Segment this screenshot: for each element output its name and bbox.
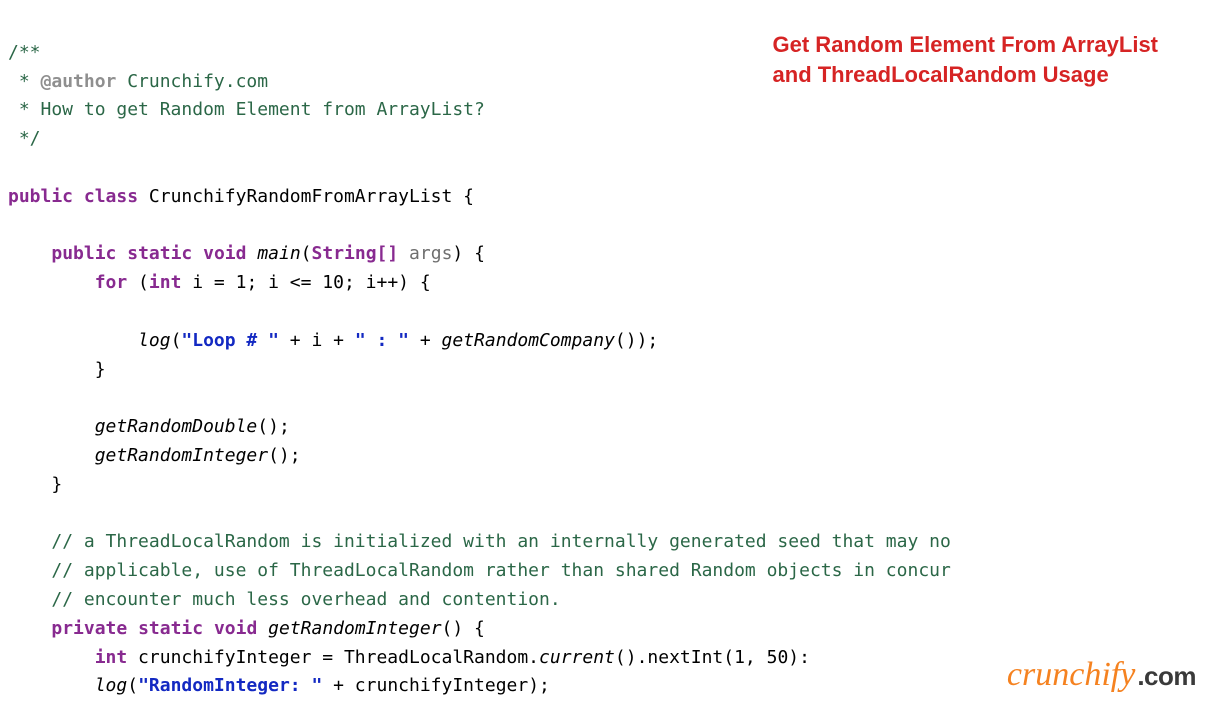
kw-static: static [127, 243, 192, 264]
kw-int: int [149, 272, 182, 293]
javadoc-author-val: Crunchify.com [116, 71, 268, 92]
call-getRandomDouble: getRandomDouble [95, 416, 258, 437]
call-log: log [138, 330, 171, 351]
kw-for: for [95, 272, 128, 293]
str-colon: " : " [355, 330, 409, 351]
str-randint: "RandomInteger: " [138, 675, 322, 696]
brace-close: } [95, 359, 106, 380]
class-name: CrunchifyRandomFromArrayList [149, 186, 452, 207]
kw-void: void [214, 618, 257, 639]
javadoc-desc: * How to get Random Element from ArrayLi… [8, 99, 485, 120]
logo-suffix: .com [1137, 661, 1196, 691]
plus: + [409, 330, 442, 351]
brace-close: } [51, 474, 62, 495]
kw-private: private [51, 618, 127, 639]
paren: ( [301, 243, 312, 264]
comment-tlr1: // a ThreadLocalRandom is initialized wi… [51, 531, 950, 552]
kw-static: static [138, 618, 203, 639]
for-init: i = 1; i <= 10; i++) { [181, 272, 430, 293]
method-getRandomInteger: getRandomInteger [268, 618, 441, 639]
call-log: log [95, 675, 128, 696]
headline: Get Random Element From ArrayList and Th… [773, 30, 1158, 89]
var-decl: crunchifyInteger = ThreadLocalRandom. [127, 647, 539, 668]
paren-brace: ) { [452, 243, 485, 264]
kw-void: void [203, 243, 246, 264]
call-current: current [539, 647, 615, 668]
paren: ( [127, 675, 138, 696]
kw-int: int [95, 647, 128, 668]
call-getRandomInteger: getRandomInteger [95, 445, 268, 466]
code-block: /** * @author Crunchify.com * How to get… [8, 10, 1218, 701]
brand-logo: crunchify.com [1007, 648, 1196, 702]
call-empty: (); [257, 416, 290, 437]
comment-tlr2: // applicable, use of ThreadLocalRandom … [51, 560, 950, 581]
javadoc-star: * [8, 71, 41, 92]
for-open: ( [127, 272, 149, 293]
param-args: args [398, 243, 452, 264]
logo-brand: crunchify [1007, 656, 1135, 693]
kw-public: public [8, 186, 73, 207]
type-string-arr: String[] [312, 243, 399, 264]
call-nextint: ().nextInt(1, 50): [615, 647, 810, 668]
kw-class: class [84, 186, 138, 207]
method-main: main [257, 243, 300, 264]
plus-var: + crunchifyInteger); [322, 675, 550, 696]
call-empty: (); [268, 445, 301, 466]
javadoc-open: /** [8, 42, 41, 63]
call-end: ()); [615, 330, 658, 351]
headline-line2: and ThreadLocalRandom Usage [773, 62, 1109, 87]
headline-line1: Get Random Element From ArrayList [773, 32, 1158, 57]
javadoc-close: */ [8, 128, 41, 149]
comment-tlr3: // encounter much less overhead and cont… [51, 589, 560, 610]
kw-public: public [51, 243, 116, 264]
paren: ( [171, 330, 182, 351]
concat: + i + [279, 330, 355, 351]
javadoc-author-tag: @author [41, 71, 117, 92]
call-getRandomCompany: getRandomCompany [442, 330, 615, 351]
paren-brace: () { [442, 618, 485, 639]
brace: { [452, 186, 474, 207]
str-loop: "Loop # " [181, 330, 279, 351]
